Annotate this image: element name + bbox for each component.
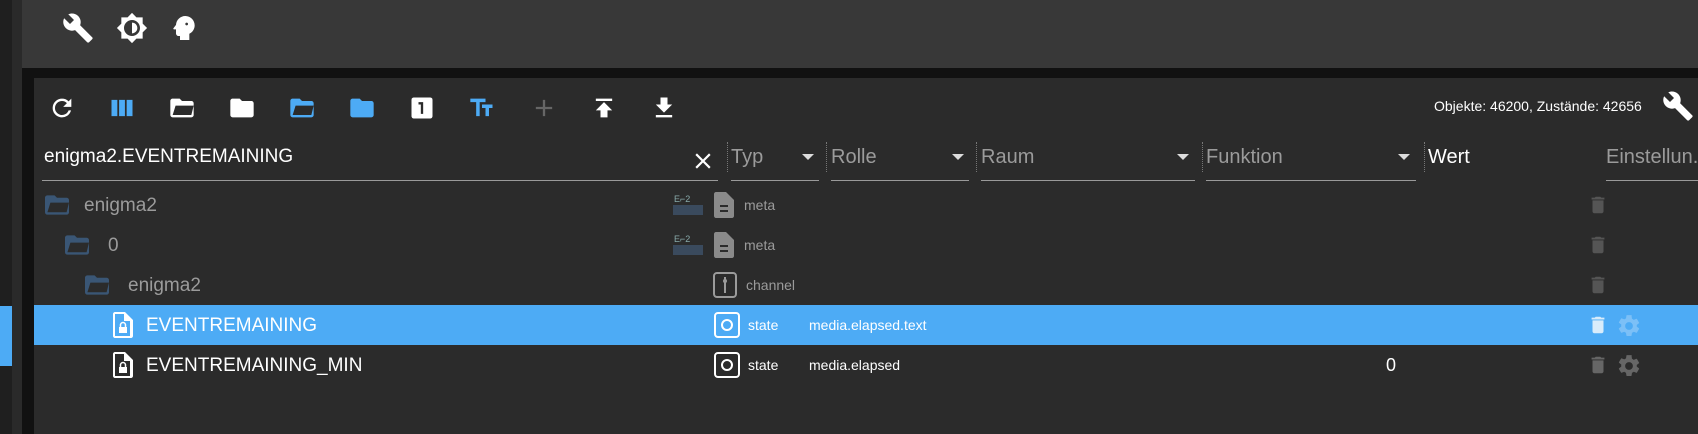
filter-type[interactable]: Typ (731, 146, 763, 169)
plus-icon[interactable] (530, 94, 558, 122)
column-settings: Einstellun... (1606, 146, 1698, 168)
row-name: enigma2 (84, 195, 157, 216)
svg-text:E⌐2: E⌐2 (674, 234, 690, 244)
download-icon[interactable] (650, 94, 678, 122)
wrench-icon[interactable] (62, 12, 94, 44)
app-bar (22, 0, 1698, 68)
row-type: channel (746, 277, 796, 293)
function-underline (1206, 180, 1416, 181)
table-row[interactable]: EVENTREMAINING_MIN state media.elapsed 0 (34, 345, 1698, 385)
chevron-down-icon[interactable] (802, 154, 814, 160)
room-underline (981, 180, 1195, 181)
row-type: meta (744, 197, 776, 213)
filter-room[interactable]: Raum (981, 146, 1034, 169)
table-row[interactable]: enigma2 E⌐2 meta (34, 185, 1698, 225)
file-lock-icon (113, 312, 133, 338)
chevron-down-icon[interactable] (952, 154, 964, 160)
column-separator (826, 142, 827, 172)
object-browser-panel: Objekte: 46200, Zustände: 42656 enigma2.… (34, 78, 1698, 434)
row-name: enigma2 (128, 275, 201, 296)
search-input[interactable]: enigma2.EVENTREMAINING (44, 146, 293, 168)
trash-icon[interactable] (1587, 273, 1609, 297)
row-type: meta (744, 237, 776, 253)
gear-icon[interactable] (1616, 353, 1642, 379)
channel-icon (713, 272, 737, 298)
clear-icon[interactable] (690, 148, 716, 174)
sidebar-active-indicator (0, 306, 12, 366)
settings-underline (1606, 180, 1698, 181)
brightness-icon[interactable] (116, 12, 148, 44)
file-lock-icon (113, 352, 133, 378)
left-sidebar-strip (0, 0, 22, 434)
role-underline (831, 180, 969, 181)
row-name: EVENTREMAINING_MIN (146, 355, 363, 376)
filter-function[interactable]: Funktion (1206, 146, 1283, 169)
table-row[interactable]: enigma2 channel (34, 265, 1698, 305)
state-icon (714, 312, 740, 338)
state-icon (714, 352, 740, 378)
chevron-down-icon[interactable] (1177, 154, 1189, 160)
adapter-logo-icon: E⌐2 (673, 234, 703, 255)
one-icon[interactable] (408, 94, 436, 122)
object-stats: Objekte: 46200, Zustände: 42656 (1434, 98, 1642, 114)
column-separator (727, 142, 728, 172)
folder-open-icon (85, 275, 109, 295)
text-size-icon[interactable] (468, 94, 496, 122)
folder-open-blue-icon[interactable] (288, 94, 316, 122)
row-role: media.elapsed (809, 357, 901, 373)
row-name: 0 (108, 235, 119, 256)
folder-blue-icon[interactable] (348, 94, 376, 122)
sidebar-dark-edge (12, 0, 22, 434)
column-separator (976, 142, 977, 172)
head-icon[interactable] (168, 12, 200, 44)
column-value: Wert (1428, 146, 1470, 168)
document-icon (714, 232, 734, 258)
folder-open-icon (65, 235, 89, 255)
filter-role[interactable]: Rolle (831, 146, 877, 169)
columns-icon[interactable] (108, 94, 136, 122)
chevron-down-icon[interactable] (1398, 154, 1410, 160)
row-type: state (748, 317, 779, 333)
row-value[interactable]: 0 (1386, 355, 1396, 376)
row-role: media.elapsed.text (809, 317, 927, 333)
folder-open-icon (45, 195, 69, 215)
table-row-selected[interactable]: EVENTREMAINING state media.elapsed.text (34, 305, 1698, 345)
row-name: EVENTREMAINING (146, 315, 318, 336)
column-separator (1202, 142, 1203, 172)
wrench-small-icon[interactable] (1662, 90, 1694, 122)
trash-icon[interactable] (1587, 313, 1609, 337)
column-separator (1424, 142, 1425, 172)
trash-icon[interactable] (1587, 193, 1609, 217)
trash-icon[interactable] (1587, 233, 1609, 257)
upload-icon[interactable] (590, 94, 618, 122)
table-row[interactable]: 0 E⌐2 meta (34, 225, 1698, 265)
document-icon (714, 192, 734, 218)
adapter-logo-icon: E⌐2 (673, 194, 703, 215)
type-underline (731, 180, 819, 181)
svg-text:E⌐2: E⌐2 (674, 194, 690, 204)
folder-icon[interactable] (228, 94, 256, 122)
row-type: state (748, 357, 779, 373)
search-underline (42, 180, 718, 181)
refresh-icon[interactable] (48, 94, 76, 122)
trash-icon[interactable] (1587, 353, 1609, 377)
gear-icon[interactable] (1616, 313, 1642, 339)
folder-open-icon[interactable] (168, 94, 196, 122)
